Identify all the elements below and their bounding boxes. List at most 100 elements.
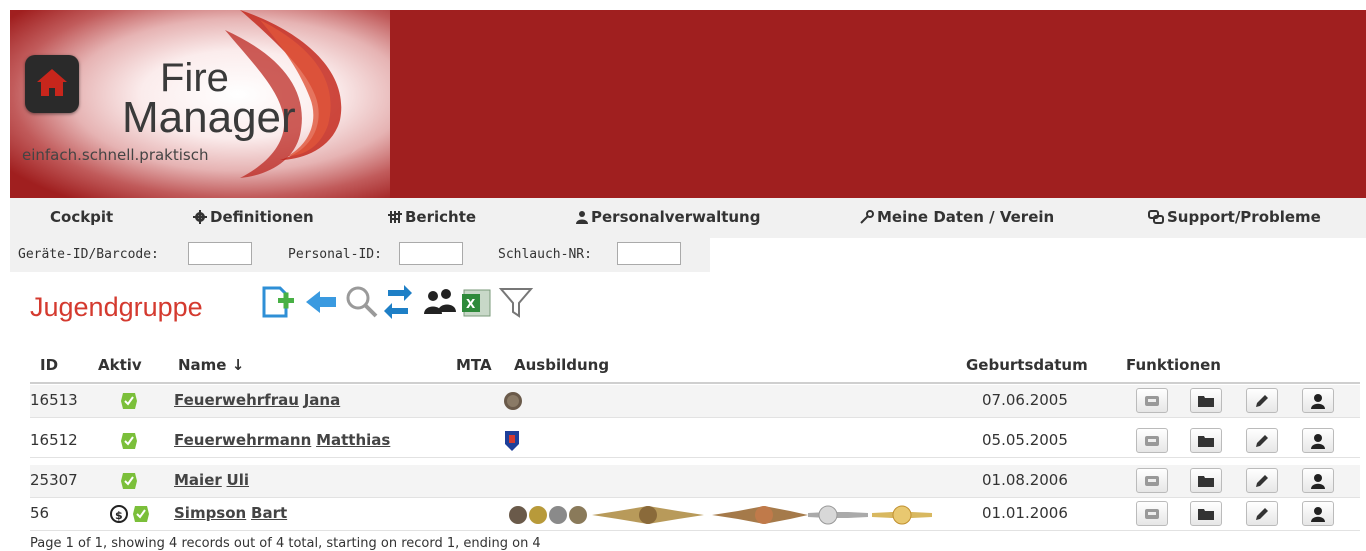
nav-label: Meine Daten / Verein <box>877 208 1055 226</box>
nav-personalverwaltung[interactable]: Personalverwaltung <box>576 208 760 226</box>
personal-id-input[interactable] <box>399 242 463 265</box>
person-profile-icon <box>1311 433 1325 449</box>
table-row: 16513 Feuerwehrfrau Jana 07.06.2005 <box>30 385 1360 417</box>
cell-birth: 01.01.2006 <box>982 504 1068 522</box>
cell-id: 56 <box>30 504 50 522</box>
folder-icon <box>1198 436 1214 447</box>
edit-pencil-icon <box>1256 434 1268 447</box>
table-header-divider <box>30 382 1360 384</box>
row-divider <box>30 457 1360 458</box>
active-check-icon <box>121 433 137 449</box>
nav-label: Berichte <box>405 208 477 226</box>
schlauch-nr-input[interactable] <box>617 242 681 265</box>
profile-button[interactable] <box>1302 428 1334 453</box>
edit-button[interactable] <box>1246 501 1278 526</box>
folder-button[interactable] <box>1190 388 1222 413</box>
training-badges-icon <box>509 505 932 525</box>
nav-label: Cockpit <box>50 208 114 226</box>
brand-name-line2: Manager <box>122 93 296 142</box>
svg-text:X: X <box>466 297 476 311</box>
cell-birth: 07.06.2005 <box>982 391 1068 409</box>
nav-label: Definitionen <box>210 208 314 226</box>
key-icon <box>860 210 874 224</box>
device-id-label: Geräte-ID/Barcode: <box>18 247 159 262</box>
filter-icon[interactable] <box>496 282 536 322</box>
edit-button[interactable] <box>1246 468 1278 493</box>
profile-button[interactable] <box>1302 501 1334 526</box>
edit-button[interactable] <box>1246 428 1278 453</box>
cell-name: Feuerwehrfrau Jana <box>174 391 340 409</box>
column-header-mta[interactable]: MTA <box>456 356 492 374</box>
header-banner: Fire Manager einfach.schnell.praktisch <box>10 10 1366 198</box>
folder-button[interactable] <box>1190 468 1222 493</box>
cell-name: Feuerwehrmann Matthias <box>174 431 390 449</box>
person-profile-icon <box>1311 393 1325 409</box>
name-link-first[interactable]: Feuerwehrfrau <box>174 391 299 409</box>
table-row: 56 $ Simpson Bart 01.01.2006 <box>30 498 1360 530</box>
name-link-first[interactable]: Feuerwehrmann <box>174 431 311 449</box>
table-row: 16512 Feuerwehrmann Matthias 05.05.2005 <box>30 425 1360 457</box>
pager-info: Page 1 of 1, showing 4 records out of 4 … <box>30 536 541 551</box>
column-header-aktiv[interactable]: Aktiv <box>98 356 142 374</box>
name-link-first[interactable]: Simpson <box>174 504 246 522</box>
cell-birth: 05.05.2005 <box>982 431 1068 449</box>
cell-id: 16513 <box>30 391 78 409</box>
row-divider <box>30 417 1360 418</box>
column-header-geburtsdatum[interactable]: Geburtsdatum <box>966 356 1088 374</box>
nav-meine-daten[interactable]: Meine Daten / Verein <box>860 208 1054 226</box>
home-button[interactable] <box>25 55 79 113</box>
main-nav: Cockpit Definitionen Berichte Personalve… <box>10 198 1366 238</box>
name-link-last[interactable]: Bart <box>251 504 287 522</box>
active-check-icon <box>121 473 137 489</box>
active-check-icon <box>133 506 149 522</box>
person-icon <box>576 211 588 224</box>
cell-id: 16512 <box>30 431 78 449</box>
excel-export-icon[interactable]: X <box>458 282 498 322</box>
column-header-id[interactable]: ID <box>40 356 58 374</box>
svg-text:$: $ <box>115 509 123 522</box>
name-link-last[interactable]: Uli <box>227 471 249 489</box>
page-title: Jugendgruppe <box>30 292 203 322</box>
nav-cockpit[interactable]: Cockpit <box>50 208 113 226</box>
column-header-name[interactable]: Name ↓ <box>178 356 244 374</box>
group-icon[interactable] <box>420 282 460 322</box>
cell-birth: 01.08.2006 <box>982 471 1068 489</box>
nav-berichte[interactable]: Berichte <box>388 208 476 226</box>
card-button[interactable] <box>1136 428 1168 453</box>
back-arrow-icon[interactable] <box>302 282 342 322</box>
row-divider <box>30 530 1360 531</box>
edit-button[interactable] <box>1246 388 1278 413</box>
card-icon <box>1145 395 1159 406</box>
search-icon[interactable] <box>342 282 382 322</box>
edit-pencil-icon <box>1256 474 1268 487</box>
cell-name: Maier Uli <box>174 471 249 489</box>
gear-icon <box>193 210 207 224</box>
card-button[interactable] <box>1136 501 1168 526</box>
device-id-input[interactable] <box>188 242 252 265</box>
nav-support[interactable]: Support/Probleme <box>1148 208 1321 226</box>
folder-button[interactable] <box>1190 428 1222 453</box>
profile-button[interactable] <box>1302 468 1334 493</box>
name-link-last[interactable]: Matthias <box>316 431 390 449</box>
name-link-first[interactable]: Maier <box>174 471 222 489</box>
nav-definitionen[interactable]: Definitionen <box>193 208 314 226</box>
blue-crest-icon <box>505 431 519 451</box>
card-button[interactable] <box>1136 388 1168 413</box>
card-icon <box>1145 475 1159 486</box>
quick-search-bar: Geräte-ID/Barcode: Personal-ID: Schlauch… <box>10 238 710 272</box>
name-link-last[interactable]: Jana <box>304 391 341 409</box>
nav-label: Personalverwaltung <box>591 208 761 226</box>
column-header-ausbildung[interactable]: Ausbildung <box>514 356 609 374</box>
cell-id: 25307 <box>30 471 78 489</box>
card-icon <box>1145 435 1159 446</box>
refresh-icon[interactable] <box>378 282 418 322</box>
profile-button[interactable] <box>1302 388 1334 413</box>
active-check-icon <box>121 393 137 409</box>
folder-button[interactable] <box>1190 501 1222 526</box>
home-icon <box>37 69 67 96</box>
brand-name-line1: Fire <box>160 56 229 100</box>
card-button[interactable] <box>1136 468 1168 493</box>
add-icon[interactable] <box>258 282 298 322</box>
table-row: 25307 Maier Uli 01.08.2006 <box>30 465 1360 497</box>
folder-icon <box>1198 476 1214 487</box>
